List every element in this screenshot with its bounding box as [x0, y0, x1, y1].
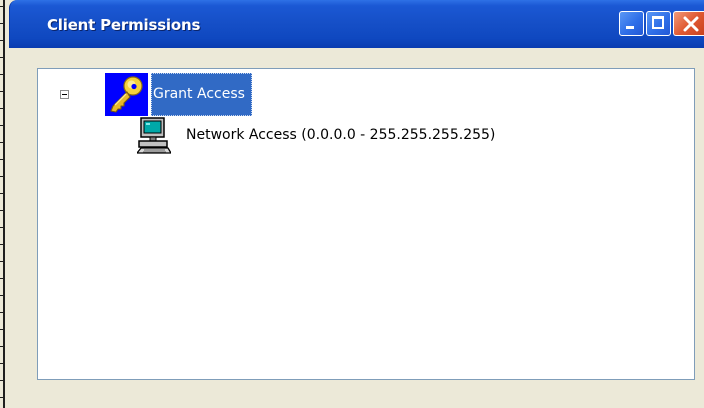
- edge-tick: [0, 210, 4, 211]
- edge-tick: [0, 227, 4, 228]
- edge-tick: [0, 346, 4, 347]
- edge-tick: [0, 23, 4, 24]
- edge-tick: [0, 312, 4, 313]
- edge-tick: [0, 261, 4, 262]
- edge-tick: [0, 397, 4, 398]
- edge-tick: [0, 91, 4, 92]
- edge-tick: [0, 159, 4, 160]
- edge-tick: [0, 380, 4, 381]
- edge-tick: [0, 40, 4, 41]
- permissions-tree[interactable]: Grant Access Network Access (0.0.0.0 - 2…: [37, 68, 695, 380]
- edge-tick: [0, 295, 4, 296]
- edge-tick: [0, 125, 4, 126]
- edge-tick: [0, 176, 4, 177]
- edge-tick: [0, 6, 4, 7]
- tree-node-label[interactable]: Network Access (0.0.0.0 - 255.255.255.25…: [186, 127, 495, 143]
- close-icon: [683, 16, 699, 32]
- computer-icon: [137, 117, 171, 154]
- edge-tick: [0, 74, 4, 75]
- background-window-edge: [0, 0, 9, 408]
- title-bar[interactable]: Client Permissions: [9, 0, 704, 48]
- collapse-toggle[interactable]: [60, 90, 69, 99]
- edge-tick: [0, 329, 4, 330]
- edge-tick: [0, 193, 4, 194]
- minimize-button[interactable]: [619, 11, 644, 36]
- edge-tick: [0, 363, 4, 364]
- close-button[interactable]: [673, 11, 704, 36]
- maximize-icon: [652, 16, 664, 29]
- edge-tick: [0, 244, 4, 245]
- edge-tick: [0, 142, 4, 143]
- tree-node-label[interactable]: Grant Access: [151, 73, 252, 116]
- minimize-icon: [626, 26, 634, 29]
- edge-tick: [0, 57, 4, 58]
- edge-tick: [0, 108, 4, 109]
- key-icon: [105, 73, 148, 116]
- maximize-button[interactable]: [646, 11, 671, 36]
- window-title: Client Permissions: [47, 16, 201, 34]
- edge-tick: [0, 278, 4, 279]
- client-permissions-window: Client Permissions Grant Access Network …: [9, 0, 704, 408]
